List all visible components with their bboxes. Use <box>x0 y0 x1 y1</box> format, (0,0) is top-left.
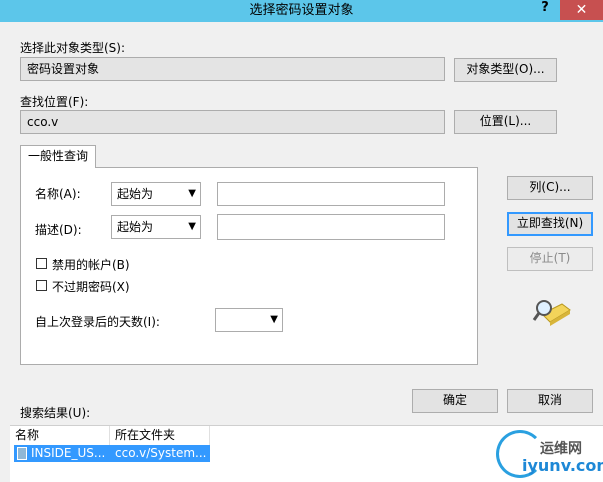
location-field: cco.v <box>20 110 445 134</box>
close-button[interactable]: ✕ <box>560 0 603 20</box>
object-icon <box>17 447 27 460</box>
ok-button[interactable]: 确定 <box>412 389 498 413</box>
non-expiring-password-label: 不过期密码(X) <box>52 280 130 294</box>
description-match-select[interactable]: 起始为 ▼ <box>111 215 201 239</box>
columns-button[interactable]: 列(C)... <box>507 176 593 200</box>
help-button[interactable]: ? <box>532 0 558 18</box>
disabled-accounts-label: 禁用的帐户(B) <box>52 258 130 272</box>
result-name-cell: INSIDE_US... <box>31 446 106 460</box>
disabled-accounts-checkbox[interactable] <box>36 258 47 269</box>
description-label: 描述(D): <box>35 223 82 237</box>
description-match-value: 起始为 <box>117 220 154 234</box>
locations-button[interactable]: 位置(L)... <box>454 110 557 134</box>
column-header-name[interactable]: 名称 <box>10 426 110 445</box>
result-folder-cell: cco.v/System... <box>115 446 207 460</box>
object-types-button[interactable]: 对象类型(O)... <box>454 58 557 82</box>
object-type-label: 选择此对象类型(S): <box>20 41 126 55</box>
find-now-button[interactable]: 立即查找(N) <box>507 212 593 236</box>
magnifier-folder-icon <box>532 300 571 326</box>
watermark-text-top: 运维网 <box>540 441 582 457</box>
chevron-down-icon: ▼ <box>188 221 196 232</box>
watermark-text-bottom: iyunv.com <box>522 456 603 475</box>
description-input[interactable] <box>217 214 445 240</box>
name-match-value: 起始为 <box>117 187 154 201</box>
days-since-logon-label: 自上次登录后的天数(I): <box>35 315 160 329</box>
name-label: 名称(A): <box>35 187 81 201</box>
chevron-down-icon: ▼ <box>188 188 196 199</box>
tab-common-queries[interactable]: 一般性查询 <box>20 145 96 168</box>
days-since-logon-select[interactable]: ▼ <box>215 308 283 332</box>
name-input[interactable] <box>217 182 445 206</box>
chevron-down-icon: ▼ <box>270 314 278 325</box>
stop-button: 停止(T) <box>507 247 593 271</box>
search-results-label: 搜索结果(U): <box>20 406 91 420</box>
non-expiring-password-checkbox[interactable] <box>36 280 47 291</box>
column-header-folder[interactable]: 所在文件夹 <box>110 426 210 445</box>
object-type-field: 密码设置对象 <box>20 57 445 81</box>
window-title: 选择密码设置对象 <box>249 3 354 18</box>
location-label: 查找位置(F): <box>20 95 89 109</box>
cancel-button[interactable]: 取消 <box>507 389 593 413</box>
name-match-select[interactable]: 起始为 ▼ <box>111 182 201 206</box>
